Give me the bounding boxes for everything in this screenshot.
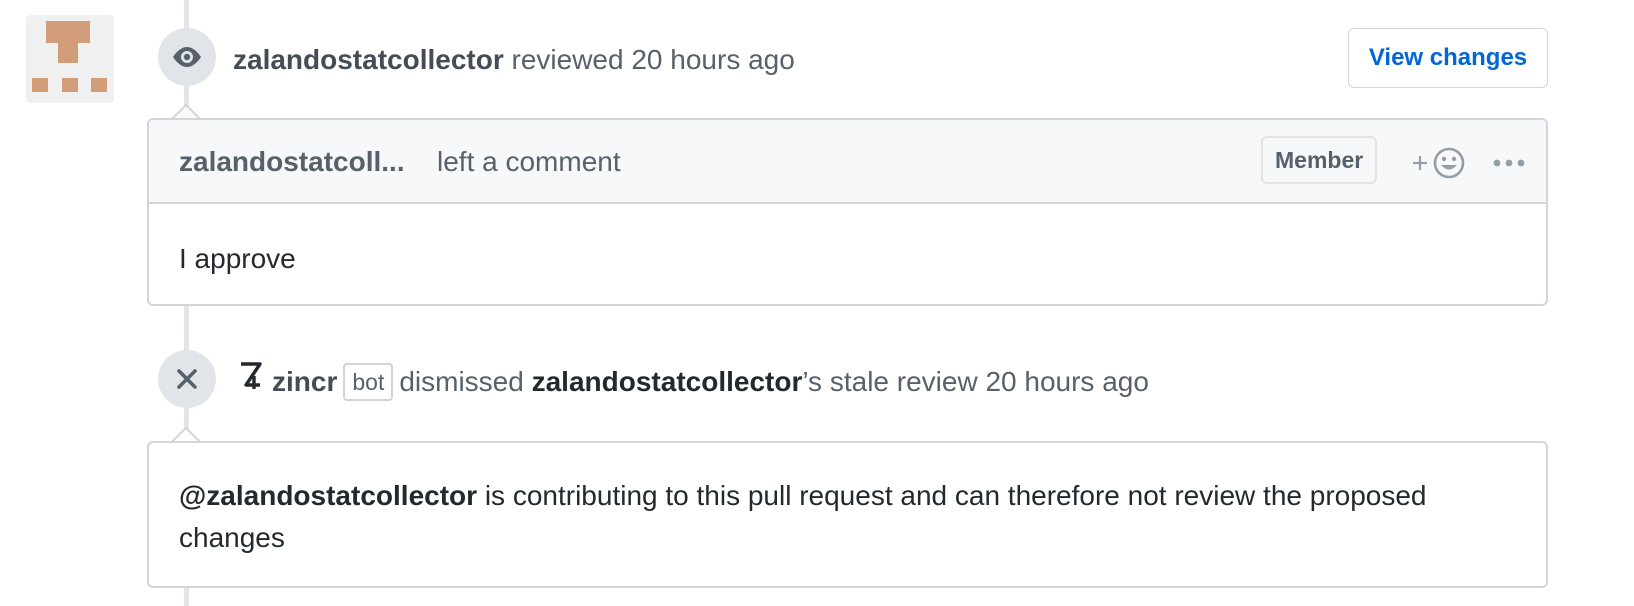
bot-badge: bot	[343, 362, 394, 401]
review-event-text: zalandostatcollector reviewed 20 hours a…	[233, 42, 795, 78]
comment-action: left a comment	[437, 146, 621, 177]
comment-author-link[interactable]: zalandostatcoll...	[179, 144, 405, 180]
zincr-logo-icon[interactable]	[238, 361, 264, 400]
user-avatar[interactable]	[26, 15, 114, 103]
member-badge: Member	[1261, 136, 1378, 184]
review-comment-box: zalandostatcoll... left a comment Member…	[147, 118, 1548, 306]
add-reaction-button[interactable]	[1411, 144, 1469, 182]
kebab-horizontal-icon	[1493, 159, 1525, 167]
comment-body: I approve	[149, 204, 1546, 280]
mention-link[interactable]: @zalandostatcollector	[179, 480, 477, 511]
dismiss-action: dismissed	[399, 366, 524, 397]
review-author-link[interactable]: zalandostatcollector	[233, 44, 504, 75]
comment-header: zalandostatcoll... left a comment Member	[149, 120, 1546, 204]
review-time[interactable]: 20 hours ago	[631, 44, 794, 75]
dismiss-event-text: zincr bot dismissed zalandostatcollector’s…	[238, 361, 1149, 403]
zincr-author-link[interactable]: zincr	[272, 366, 337, 397]
view-changes-button[interactable]: View changes	[1348, 28, 1548, 88]
comment-text: I approve	[179, 243, 296, 274]
eye-icon	[158, 28, 216, 86]
dismiss-message: @zalandostatcollector is contributing to…	[149, 443, 1546, 559]
more-options-button[interactable]	[1489, 146, 1529, 180]
x-icon	[158, 350, 216, 408]
dismiss-suffix: ’s stale review	[802, 366, 978, 397]
dismissed-reviewer-link[interactable]: zalandostatcollector	[532, 366, 803, 397]
smiley-icon	[1413, 147, 1465, 179]
review-action: reviewed	[511, 44, 624, 75]
dismiss-message-box: @zalandostatcollector is contributing to…	[147, 441, 1548, 588]
dismiss-time[interactable]: 20 hours ago	[985, 366, 1148, 397]
